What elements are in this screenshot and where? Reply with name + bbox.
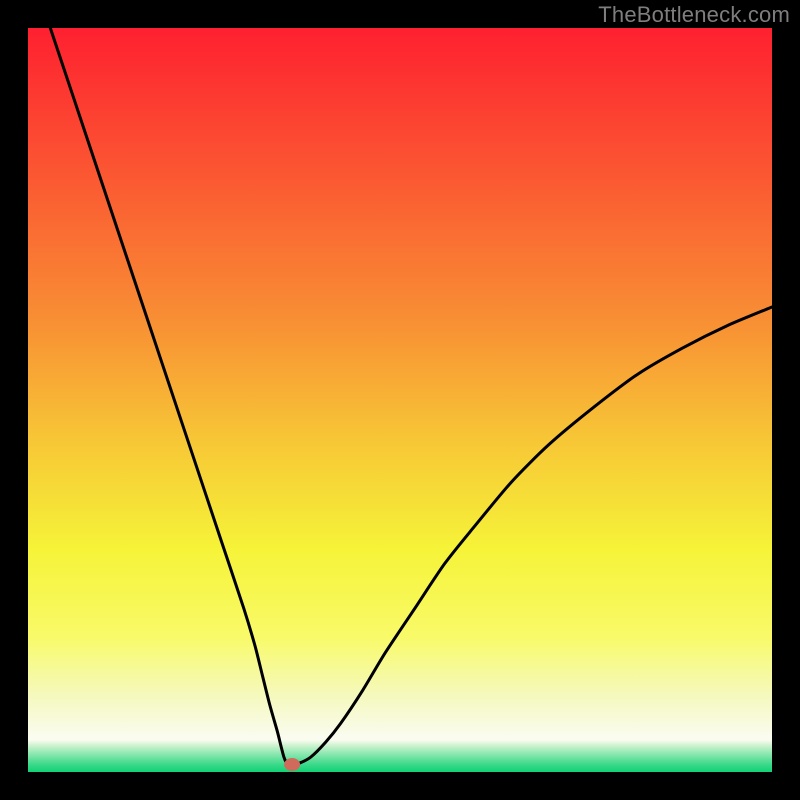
chart-svg (28, 28, 772, 772)
optimum-marker (284, 758, 300, 771)
chart-frame: TheBottleneck.com (0, 0, 800, 800)
watermark-text: TheBottleneck.com (598, 2, 790, 28)
plot-area (28, 28, 772, 772)
gradient-background (28, 28, 772, 772)
